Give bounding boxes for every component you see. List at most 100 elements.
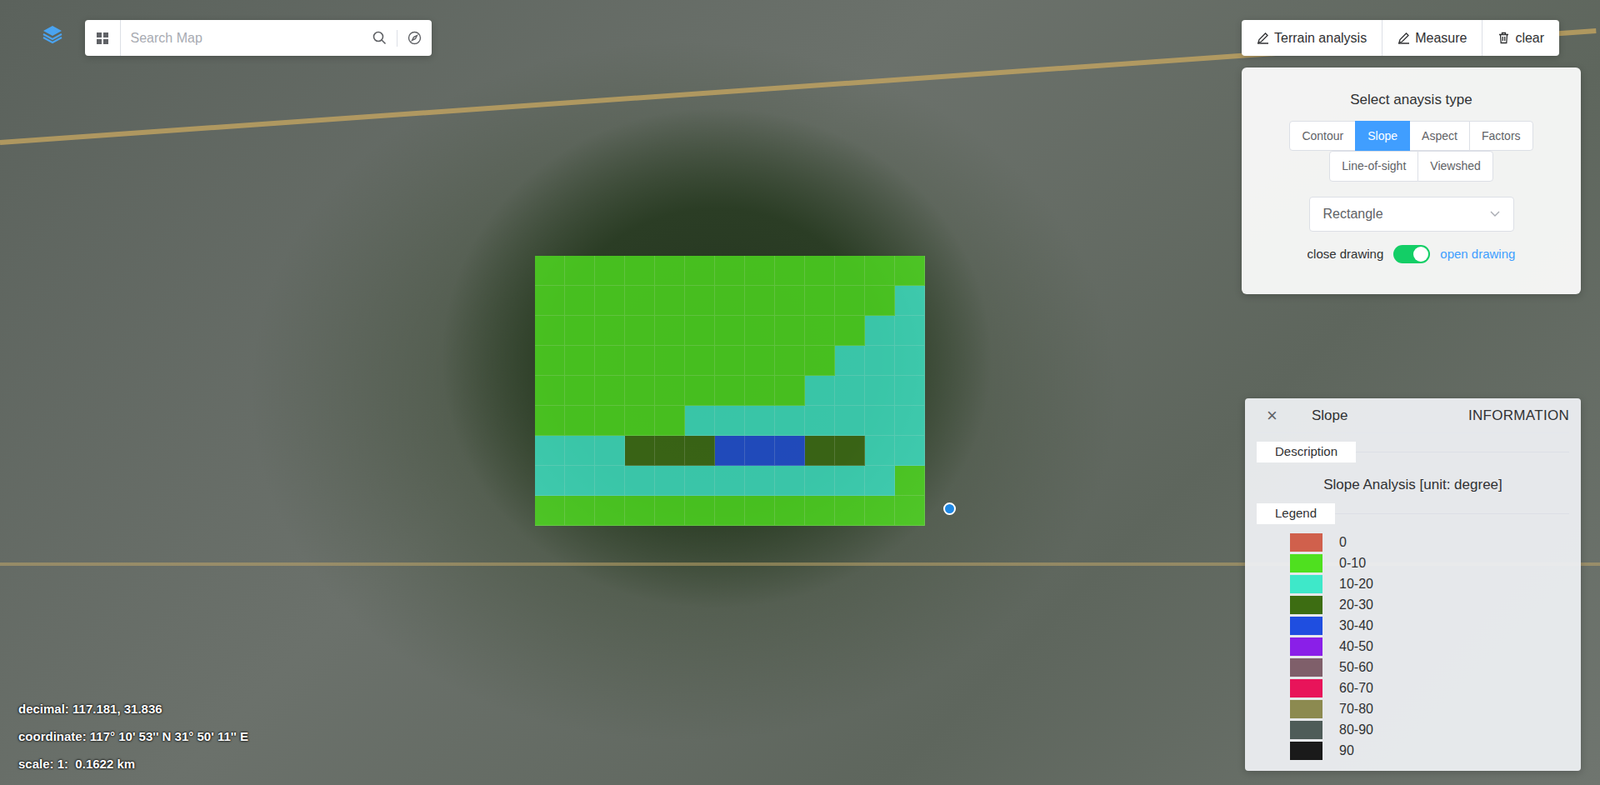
clear-button[interactable]: clear xyxy=(1481,20,1560,56)
legend-list: 00-1010-2020-3030-4040-5050-6060-7070-80… xyxy=(1256,532,1570,762)
separator xyxy=(396,30,398,47)
terrain-analysis-button[interactable]: Terrain analysis xyxy=(1241,20,1382,56)
slope-cell xyxy=(715,375,745,406)
analysis-type-group: ContourSlopeAspectFactors xyxy=(1255,120,1568,152)
chevron-down-icon xyxy=(1490,210,1500,218)
compass-icon[interactable] xyxy=(397,20,432,56)
slope-cell xyxy=(625,255,655,286)
slope-cell xyxy=(715,465,745,496)
measure-button[interactable]: Measure xyxy=(1381,20,1482,56)
analysis-type-tab[interactable]: Aspect xyxy=(1409,120,1470,152)
legend-swatch xyxy=(1290,637,1323,656)
legend-item: 80-90 xyxy=(1290,720,1570,741)
scale-readout: scale: 1: 0.1622 km xyxy=(18,750,249,778)
slope-cell xyxy=(805,495,835,526)
analysis-type-tab[interactable]: Slope xyxy=(1355,120,1410,152)
slope-cell xyxy=(865,465,895,496)
section-label: Description xyxy=(1256,441,1356,463)
slope-cell xyxy=(835,255,865,286)
legend-item: 0-10 xyxy=(1290,553,1570,575)
legend-label: 20-30 xyxy=(1339,595,1374,615)
slope-cell xyxy=(865,315,895,346)
slope-cell xyxy=(655,405,685,436)
slope-cell xyxy=(715,405,745,436)
analysis-type-tab[interactable]: Factors xyxy=(1469,120,1534,152)
slope-cell xyxy=(805,435,835,466)
slope-cell xyxy=(565,315,595,346)
slope-cell xyxy=(535,255,565,286)
search-bar xyxy=(85,20,432,56)
trash-icon xyxy=(1497,31,1510,45)
open-drawing-label[interactable]: open drawing xyxy=(1440,245,1515,265)
slope-cell xyxy=(835,315,865,346)
slope-cell xyxy=(895,375,925,406)
legend-swatch xyxy=(1290,554,1323,573)
legend-label: 80-90 xyxy=(1339,720,1374,740)
legend-item: 70-80 xyxy=(1290,699,1570,720)
slope-cell xyxy=(685,405,715,436)
close-drawing-label[interactable]: close drawing xyxy=(1307,245,1385,265)
slope-cell xyxy=(865,255,895,286)
info-header: ×SlopeINFORMATION xyxy=(1256,398,1570,434)
info-header-label: INFORMATION xyxy=(1468,405,1570,427)
description-text: Slope Analysis [unit: degree] xyxy=(1256,474,1570,496)
legend-swatch xyxy=(1290,658,1323,677)
button-label: clear xyxy=(1515,28,1545,49)
slope-cell xyxy=(895,495,925,526)
slope-cell xyxy=(715,285,745,316)
analysis-type-tab[interactable]: Contour xyxy=(1289,120,1356,152)
slope-cell xyxy=(685,435,715,466)
slope-cell xyxy=(565,255,595,286)
shape-select[interactable]: Rectangle xyxy=(1309,196,1515,232)
layers-icon[interactable] xyxy=(41,23,64,45)
slope-cell xyxy=(775,435,805,466)
slope-cell xyxy=(745,495,775,526)
analysis-type-tab[interactable]: Viewshed xyxy=(1417,150,1493,182)
slope-cell xyxy=(595,255,625,286)
map-canvas[interactable]: Terrain analysisMeasure clear Select anays… xyxy=(0,0,1600,785)
slope-cell xyxy=(715,345,745,376)
slope-cell xyxy=(565,435,595,466)
legend-item: 60-70 xyxy=(1290,678,1570,700)
search-icon[interactable] xyxy=(362,20,397,56)
analysis-type-tab[interactable]: Line-of-sight xyxy=(1329,150,1419,182)
slope-cell xyxy=(595,345,625,376)
slope-cell xyxy=(895,435,925,466)
slope-cell xyxy=(535,495,565,526)
slope-cell xyxy=(715,315,745,346)
slope-cell xyxy=(625,495,655,526)
slope-cell xyxy=(685,375,715,406)
slope-cell xyxy=(805,375,835,406)
slope-cell xyxy=(625,315,655,346)
info-panel: ×SlopeINFORMATION Description Slope Analys… xyxy=(1245,398,1581,771)
slope-cell xyxy=(775,405,805,436)
slope-cell xyxy=(835,495,865,526)
slope-cell xyxy=(595,495,625,526)
legend-label: 90 xyxy=(1339,740,1355,761)
close-button[interactable]: × xyxy=(1266,406,1287,425)
legend-label: 70-80 xyxy=(1339,699,1374,720)
slope-cell xyxy=(775,315,805,346)
slope-cell xyxy=(655,375,685,406)
slope-cell xyxy=(865,285,895,316)
slope-cell xyxy=(865,405,895,436)
slope-cell xyxy=(745,285,775,316)
slope-cell xyxy=(745,255,775,286)
slope-cell xyxy=(775,345,805,376)
analysis-type-group: Line-of-sightViewshed xyxy=(1255,150,1568,182)
slope-cell xyxy=(595,405,625,436)
legend-item: 40-50 xyxy=(1290,636,1570,658)
search-input[interactable] xyxy=(120,23,364,54)
grid-icon[interactable] xyxy=(85,20,121,56)
analysis-panel: Select anaysis typeContourSlopeAspectFac… xyxy=(1241,67,1581,295)
slope-cell xyxy=(775,255,805,286)
slope-cell xyxy=(655,255,685,286)
slope-cell xyxy=(685,495,715,526)
legend-label: 0 xyxy=(1339,532,1347,553)
legend-swatch xyxy=(1290,616,1323,635)
location-marker[interactable] xyxy=(943,502,956,515)
slope-cell xyxy=(745,465,775,496)
drawing-switch[interactable] xyxy=(1393,245,1430,264)
slope-cell xyxy=(595,315,625,346)
pencil-icon xyxy=(1256,31,1270,45)
